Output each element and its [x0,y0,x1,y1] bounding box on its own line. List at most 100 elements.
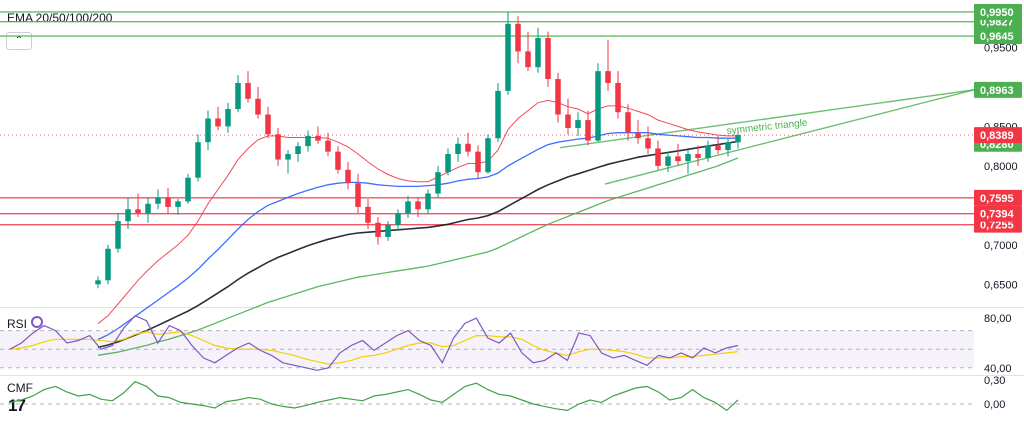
candle-body [585,120,591,141]
trading-chart[interactable]: symmetric triangle 0,95000,85000,80000,7… [0,0,1024,425]
candle-body [285,154,291,160]
candle-body [265,114,271,135]
resistance-price-badge: 0,9950 [980,7,1014,19]
candle-body [485,138,491,173]
price-tick-label: 0,7000 [984,240,1018,252]
candle-body [665,156,671,166]
candle [615,71,621,119]
candle-body [425,193,431,210]
candle [525,31,531,72]
candle [465,132,471,157]
candle-body [615,82,621,113]
candle-body [715,145,721,151]
candle-body [695,154,701,158]
candle [555,72,561,123]
candle-body [405,201,411,214]
candle-body [475,151,481,173]
candle [355,173,361,214]
candle-body [545,37,551,80]
candle-body [135,209,141,214]
candle-body [395,213,401,226]
candle-body [175,201,181,207]
candle-body [215,118,221,127]
price-tick-label: 0,9500 [984,42,1018,54]
rsi-tick-label: 80,00 [984,313,1012,325]
candle-body [735,135,741,143]
candle [335,146,341,174]
candle-body [235,82,241,110]
candle [545,31,551,87]
candle-body [315,135,321,141]
candle [155,189,161,210]
candle-body [255,98,261,115]
cmf-pane [0,380,974,412]
candle [205,110,211,151]
cmf-line [9,380,739,412]
candle [405,195,411,218]
candle [295,142,301,162]
candle-body [555,79,561,115]
candle [265,106,271,139]
candle [225,102,231,133]
candle [345,161,351,190]
candle [375,217,381,245]
candle-body [145,203,151,214]
candle-body [605,71,611,83]
cmf-tick-label: 0,00 [984,399,1005,411]
candle [575,112,581,136]
candle [495,82,501,143]
candle-body [725,142,731,151]
rsi-tick-label: 40,00 [984,363,1012,375]
candle [215,106,221,131]
rsi-pane [0,314,1024,376]
candle-body [95,280,101,285]
candle-body [105,248,111,281]
candle [535,27,541,73]
candle-body [345,169,351,184]
triangle-lower-line [604,89,975,185]
candle-body [165,197,171,207]
support-price-badge: 0,7595 [980,193,1014,205]
current-price-badge: 0,8389 [980,130,1014,142]
candle-body [675,156,681,162]
ema100-line [97,140,739,349]
candle-body [385,225,391,237]
candle [425,189,431,214]
support-price-badge: 0,7394 [980,209,1015,221]
candle [195,134,201,182]
candle [325,132,331,157]
resistance-price-badge: 0,9645 [980,31,1014,43]
candle-body [535,37,541,68]
candle-body [635,132,641,139]
candle-body [365,206,371,223]
candle [115,213,121,253]
candle [395,209,401,231]
candle [235,75,241,113]
candle-body [205,118,211,143]
candle-body [275,134,281,160]
candle [435,165,441,198]
candle [655,140,661,170]
candle-body [225,109,231,127]
candle [605,39,611,91]
price-axis: 0,95000,85000,80000,70000,65000,96450,98… [974,3,1022,411]
candle [255,86,261,119]
candle-body [595,71,601,141]
candle-body [325,140,331,152]
candle-body [245,82,251,99]
candle-body [415,201,421,210]
candle-body [565,114,571,128]
candle-body [335,151,341,170]
candle-body [465,143,471,152]
candle [95,276,101,289]
candle-body [685,154,691,162]
candle-body [575,120,581,128]
candle [305,130,311,152]
candle-body [455,143,461,155]
candle-body [355,183,361,207]
candle [275,127,281,166]
triangle-apex-badge: 0,8963 [980,85,1014,97]
price-tick-label: 0,8000 [984,161,1018,173]
candle-body [625,112,631,133]
candle [595,63,601,143]
